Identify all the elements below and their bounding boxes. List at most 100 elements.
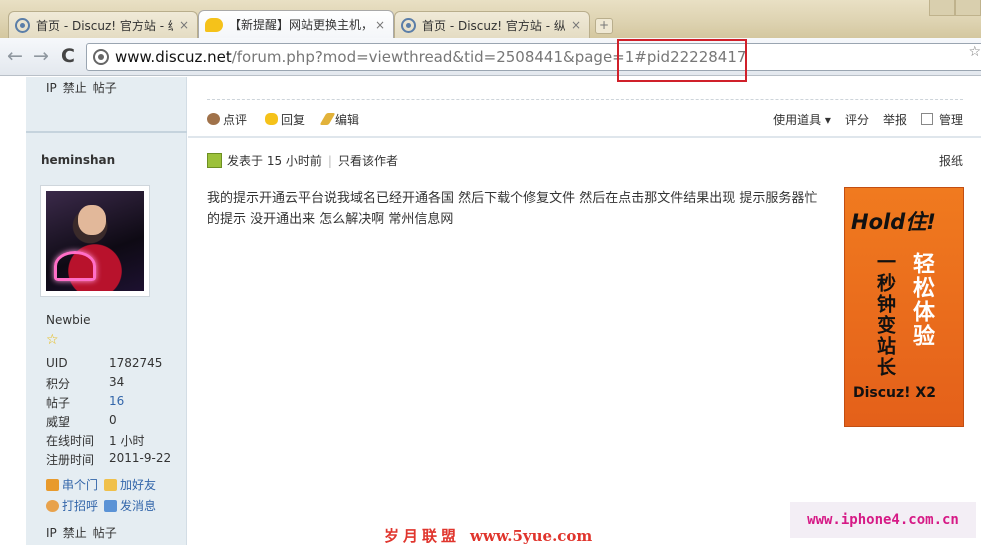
ad-headline: Hold住! — [851, 210, 936, 234]
ban-link[interactable]: 禁止 — [63, 526, 87, 540]
stat-row: 积分 34 — [46, 375, 186, 394]
tab-label: 首页 - Discuz! 官方站 - 纵 — [36, 18, 173, 33]
post-action-right: 使用道具 ▾ 评分 举报 管理 — [773, 111, 963, 128]
new-tab-button[interactable]: + — [595, 18, 613, 34]
send-message-label: 发消息 — [120, 499, 157, 513]
close-icon[interactable]: × — [179, 18, 189, 32]
manage-label: 管理 — [938, 112, 963, 127]
stat-row: 帖子 16 — [46, 394, 186, 413]
ad-brand: Discuz! X2 — [853, 385, 936, 401]
stat-label: UID — [46, 356, 68, 370]
author-username[interactable]: heminshan — [41, 153, 115, 167]
user-rank: Newbie — [46, 313, 91, 327]
visit-home-label: 串个门 — [62, 478, 99, 492]
ip-link[interactable]: IP — [46, 526, 57, 540]
ad-banner[interactable]: Hold住! 一秒钟变站长 轻松体验 Discuz! X2 — [844, 187, 964, 427]
stat-label: 在线时间 — [46, 434, 95, 448]
edit-button[interactable]: 编辑 — [319, 111, 360, 128]
stat-row: 在线时间 1 小时 — [46, 432, 186, 451]
stat-label: 帖子 — [46, 396, 71, 410]
ad-text-right: 轻松体验 — [909, 252, 934, 348]
tab-label: 【新提醒】网站更换主机， — [229, 18, 369, 32]
watermark-cn: 岁月联盟 — [384, 527, 461, 545]
edit-label: 编辑 — [335, 112, 360, 127]
reload-icon[interactable]: C — [61, 47, 75, 66]
forward-arrow-icon[interactable]: → — [33, 47, 49, 66]
author-links-row-1: 串个门 加好友 — [46, 474, 186, 495]
posts-link[interactable]: 帖子 — [93, 526, 117, 540]
report-link[interactable]: 报纸 — [939, 152, 963, 169]
post-action-bar: 点评 回复 编辑 使用道具 ▾ 评分 举报 管理 — [207, 109, 963, 129]
stat-row: 威望 0 — [46, 413, 186, 432]
report-button[interactable]: 举报 — [883, 111, 907, 128]
add-friend-link[interactable]: 加好友 — [104, 476, 156, 493]
avatar-image — [46, 191, 144, 291]
tab-discuz-home-2[interactable]: 首页 - Discuz! 官方站 - 纵 × — [394, 11, 590, 38]
use-tools-dropdown[interactable]: 使用道具 ▾ — [773, 111, 831, 128]
back-arrow-icon[interactable]: ← — [7, 47, 23, 66]
stat-value-posts-link[interactable]: 16 — [109, 394, 124, 413]
visit-home-link[interactable]: 串个门 — [46, 476, 98, 493]
chat-bubble-icon — [205, 17, 223, 32]
ip-link[interactable]: IP — [46, 81, 57, 95]
rate-button[interactable]: 点评 — [207, 111, 247, 128]
tab-new-reminder[interactable]: 【新提醒】网站更换主机， × — [198, 10, 394, 38]
post-separator — [26, 131, 187, 133]
greet-label: 打招呼 — [62, 499, 99, 513]
ad-text-left: 一秒钟变站长 — [874, 252, 896, 378]
stat-label: 注册时间 — [46, 453, 95, 467]
greet-link[interactable]: 打招呼 — [46, 497, 98, 514]
stat-value: 1 小时 — [109, 434, 145, 448]
discuz-favicon-icon — [401, 17, 416, 33]
rate-label: 点评 — [223, 112, 248, 127]
post-time: 发表于 15 小时前 — [227, 154, 322, 168]
stat-row: UID 1782745 — [46, 356, 186, 375]
add-friend-label: 加好友 — [120, 478, 157, 492]
page-icon — [93, 49, 109, 65]
author-sidebar: IP 禁止 帖子 heminshan Newbie ☆ UID 1782745 积分 3… — [26, 77, 187, 545]
post-body: 我的提示开通云平台说我域名已经开通各国 然后下载个修复文件 然后在点击那文件结果… — [207, 191, 818, 227]
handshake-icon — [104, 478, 118, 491]
post-main: 点评 回复 编辑 使用道具 ▾ 评分 举报 管理 发表于 15 小时前 | 只看… — [188, 77, 981, 545]
stat-label: 积分 — [46, 377, 71, 391]
coffee-cup-icon — [207, 113, 220, 125]
reply-button[interactable]: 回复 — [265, 111, 305, 128]
home-icon — [46, 478, 59, 491]
send-message-link[interactable]: 发消息 — [104, 497, 156, 514]
watermark-5yue: 岁月联盟 www.5yue.com — [384, 525, 592, 545]
manage-checkbox[interactable] — [920, 113, 933, 125]
ban-link[interactable]: 禁止 — [63, 81, 87, 95]
top-admin-actions: IP 禁止 帖子 — [46, 79, 123, 96]
avatar[interactable] — [40, 185, 150, 297]
discuz-favicon-icon — [15, 17, 30, 33]
reply-label: 回复 — [281, 112, 306, 127]
user-stats: UID 1782745 积分 34 帖子 16 威望 0 在线时间 1 小时 注册时间 20… — [46, 356, 186, 470]
posts-link[interactable]: 帖子 — [93, 81, 117, 95]
close-icon[interactable]: × — [375, 18, 385, 32]
speech-bubble-icon — [265, 113, 279, 125]
address-bar[interactable]: www.discuz.net/forum.php?mod=viewthread&… — [86, 43, 981, 71]
tab-strip: 首页 - Discuz! 官方站 - 纵 × 【新提醒】网站更换主机， × 首页… — [0, 0, 981, 38]
avatar-face — [78, 205, 106, 235]
minimize-button[interactable] — [929, 0, 955, 16]
online-status-icon — [207, 153, 222, 168]
post-meta: 发表于 15 小时前 | 只看该作者 报纸 — [207, 152, 963, 169]
tab-discuz-home-1[interactable]: 首页 - Discuz! 官方站 - 纵 × — [8, 11, 198, 38]
author-links: 串个门 加好友 打招呼 发消息 — [46, 474, 186, 516]
envelope-icon — [104, 499, 118, 512]
only-author-link[interactable]: 只看该作者 — [338, 152, 398, 169]
maximize-button[interactable] — [955, 0, 981, 16]
watermark-site: www.5yue.com — [470, 527, 593, 545]
close-icon[interactable]: × — [571, 18, 581, 32]
bottom-admin-actions: IP 禁止 帖子 — [46, 524, 123, 541]
bookmark-star-icon[interactable]: ☆ — [968, 44, 981, 60]
dashed-divider — [207, 99, 963, 100]
heart-icon — [54, 251, 96, 281]
stat-value: 0 — [109, 413, 117, 427]
manage-control[interactable]: 管理 — [920, 111, 963, 128]
forum-page: IP 禁止 帖子 heminshan Newbie ☆ UID 1782745 积分 3… — [0, 77, 981, 545]
post-separator — [188, 136, 981, 138]
watermark-iphone4: www.iphone4.com.cn — [790, 502, 976, 538]
stat-row: 注册时间 2011-9-22 — [46, 451, 186, 470]
score-button[interactable]: 评分 — [845, 111, 869, 128]
